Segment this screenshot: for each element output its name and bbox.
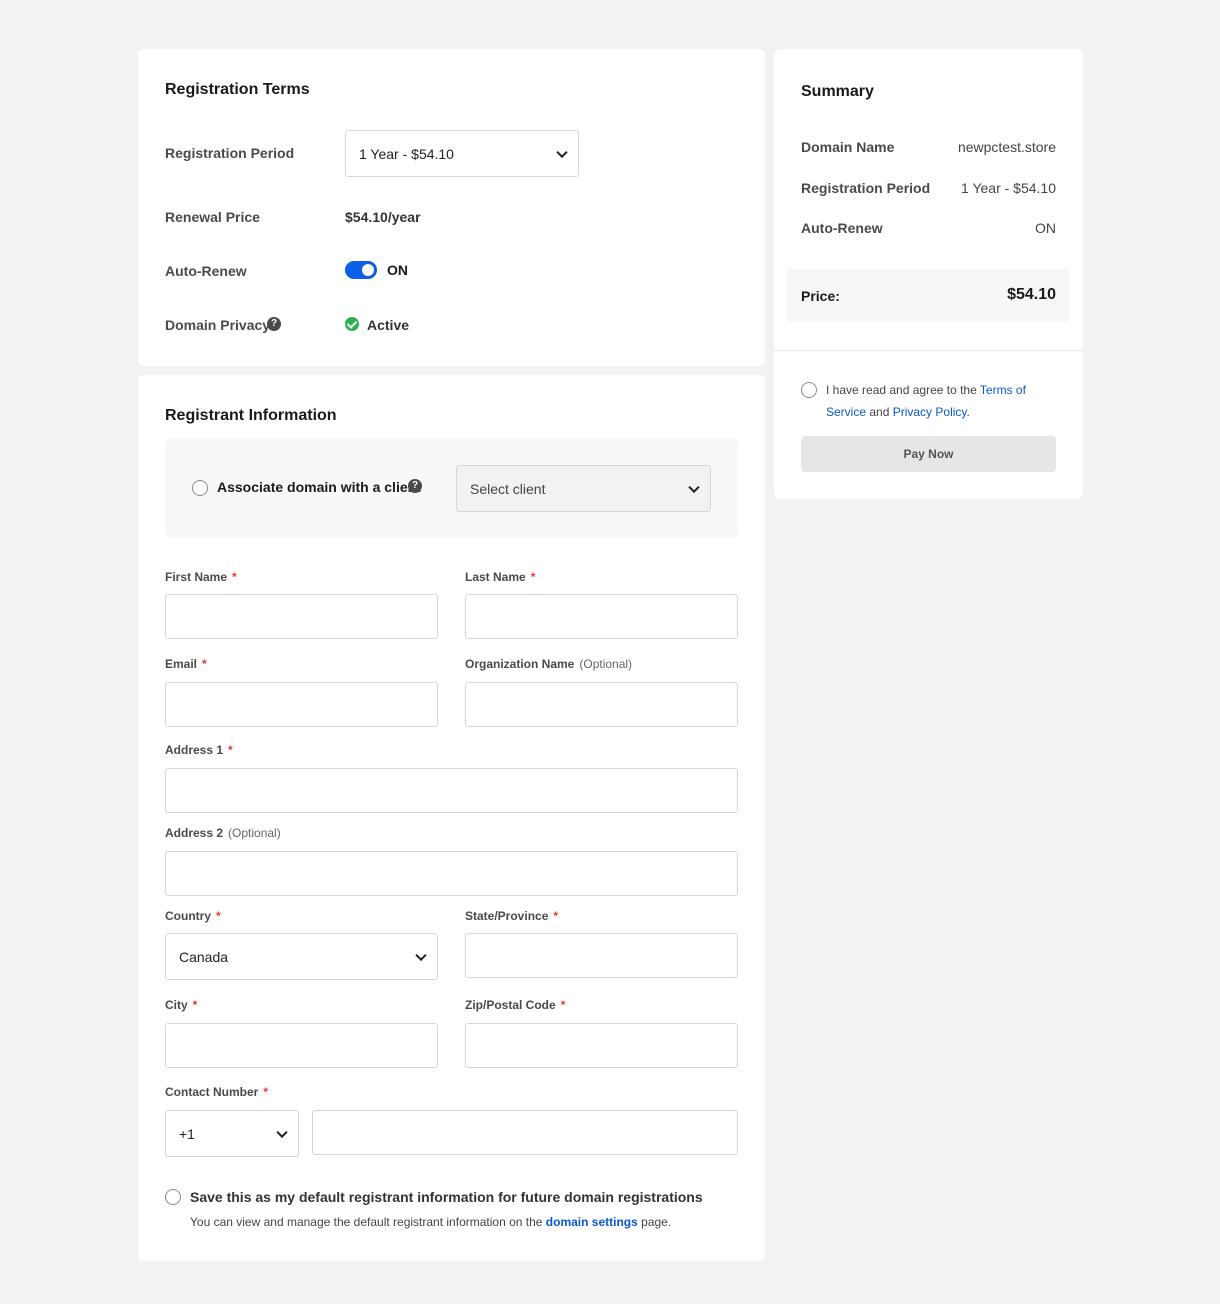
check-circle-icon — [345, 317, 359, 331]
domain-settings-link[interactable]: domain settings — [546, 1215, 638, 1229]
renewal-price-value: $54.10/year — [345, 209, 421, 225]
city-input[interactable] — [165, 1023, 438, 1068]
help-icon[interactable]: ? — [408, 479, 422, 493]
save-default-radio[interactable] — [165, 1189, 181, 1205]
state-input[interactable] — [465, 933, 738, 978]
registration-period-select[interactable]: 1 Year - $54.10 — [345, 130, 579, 177]
chevron-down-icon — [415, 949, 427, 961]
registration-period-value: 1 Year - $54.10 — [359, 145, 454, 162]
save-default-note: You can view and manage the default regi… — [190, 1215, 672, 1229]
zip-label: Zip/Postal Code * — [465, 998, 566, 1012]
chevron-down-icon — [688, 481, 700, 493]
contact-number-label: Contact Number * — [165, 1085, 269, 1099]
associate-client-radio[interactable] — [192, 480, 208, 496]
auto-renew-label: Auto-Renew — [165, 263, 247, 279]
summary-domain-value: newpctest.store — [957, 139, 1056, 155]
renewal-price-label: Renewal Price — [165, 209, 260, 225]
city-label: City * — [165, 998, 198, 1012]
country-label: Country * — [165, 909, 221, 923]
chevron-down-icon — [276, 1126, 288, 1138]
summary-period-value: 1 Year - $54.10 — [961, 180, 1056, 196]
country-select-value: Canada — [179, 948, 229, 965]
country-select[interactable]: Canada — [165, 933, 438, 980]
summary-period-label: Registration Period — [801, 180, 931, 196]
domain-privacy-status: Active — [367, 317, 410, 333]
price-value: $54.10 — [1007, 286, 1056, 303]
dial-code-value: +1 — [179, 1125, 195, 1142]
email-label: Email * — [165, 657, 207, 671]
zip-input[interactable] — [465, 1023, 738, 1068]
first-name-label: First Name * — [165, 570, 237, 584]
chevron-down-icon — [556, 146, 568, 158]
summary-autorenew-value: ON — [1035, 220, 1056, 236]
associate-client-panel: Associate domain with a client ? Select … — [165, 438, 738, 538]
address2-input[interactable] — [165, 851, 738, 896]
agree-terms-text: I have read and agree to the Terms of Se… — [826, 383, 1026, 419]
registrant-information-title: Registrant Information — [165, 407, 337, 424]
summary-autorenew-label: Auto-Renew — [801, 220, 883, 236]
price-label: Price: — [801, 288, 840, 304]
price-row: Price: $54.10 — [787, 269, 1069, 322]
contact-number-input[interactable] — [312, 1110, 738, 1155]
last-name-input[interactable] — [465, 594, 738, 639]
email-input[interactable] — [165, 682, 438, 727]
pay-now-button[interactable]: Pay Now — [801, 436, 1056, 472]
associate-client-label: Associate domain with a client — [217, 479, 421, 495]
auto-renew-toggle[interactable] — [345, 261, 377, 279]
help-icon[interactable]: ? — [267, 317, 281, 331]
toggle-knob — [362, 264, 374, 276]
organization-name-input[interactable] — [465, 682, 738, 727]
client-select[interactable]: Select client — [456, 465, 711, 512]
privacy-policy-link[interactable]: Privacy Policy — [893, 405, 967, 419]
first-name-input[interactable] — [165, 594, 438, 639]
divider — [774, 350, 1083, 351]
registration-terms-card: Registration Terms Registration Period 1… — [138, 49, 765, 366]
registrant-information-card: Registrant Information Associate domain … — [138, 375, 765, 1261]
client-select-value: Select client — [470, 480, 546, 497]
agree-terms-radio[interactable] — [801, 382, 817, 398]
organization-name-label: Organization Name (Optional) — [465, 657, 633, 671]
domain-privacy-label: Domain Privacy — [165, 317, 271, 333]
address1-label: Address 1 * — [165, 743, 233, 757]
summary-title: Summary — [801, 83, 874, 100]
dial-code-select[interactable]: +1 — [165, 1110, 299, 1157]
summary-card: Summary Domain Name newpctest.store Regi… — [774, 49, 1083, 499]
auto-renew-state: ON — [387, 262, 408, 278]
state-label: State/Province * — [465, 909, 559, 923]
registration-terms-title: Registration Terms — [165, 81, 310, 98]
address1-input[interactable] — [165, 768, 738, 813]
save-default-label: Save this as my default registrant infor… — [190, 1189, 703, 1205]
address2-label: Address 2 (Optional) — [165, 826, 281, 840]
last-name-label: Last Name * — [465, 570, 536, 584]
summary-domain-label: Domain Name — [801, 139, 895, 155]
registration-period-label: Registration Period — [165, 145, 295, 161]
